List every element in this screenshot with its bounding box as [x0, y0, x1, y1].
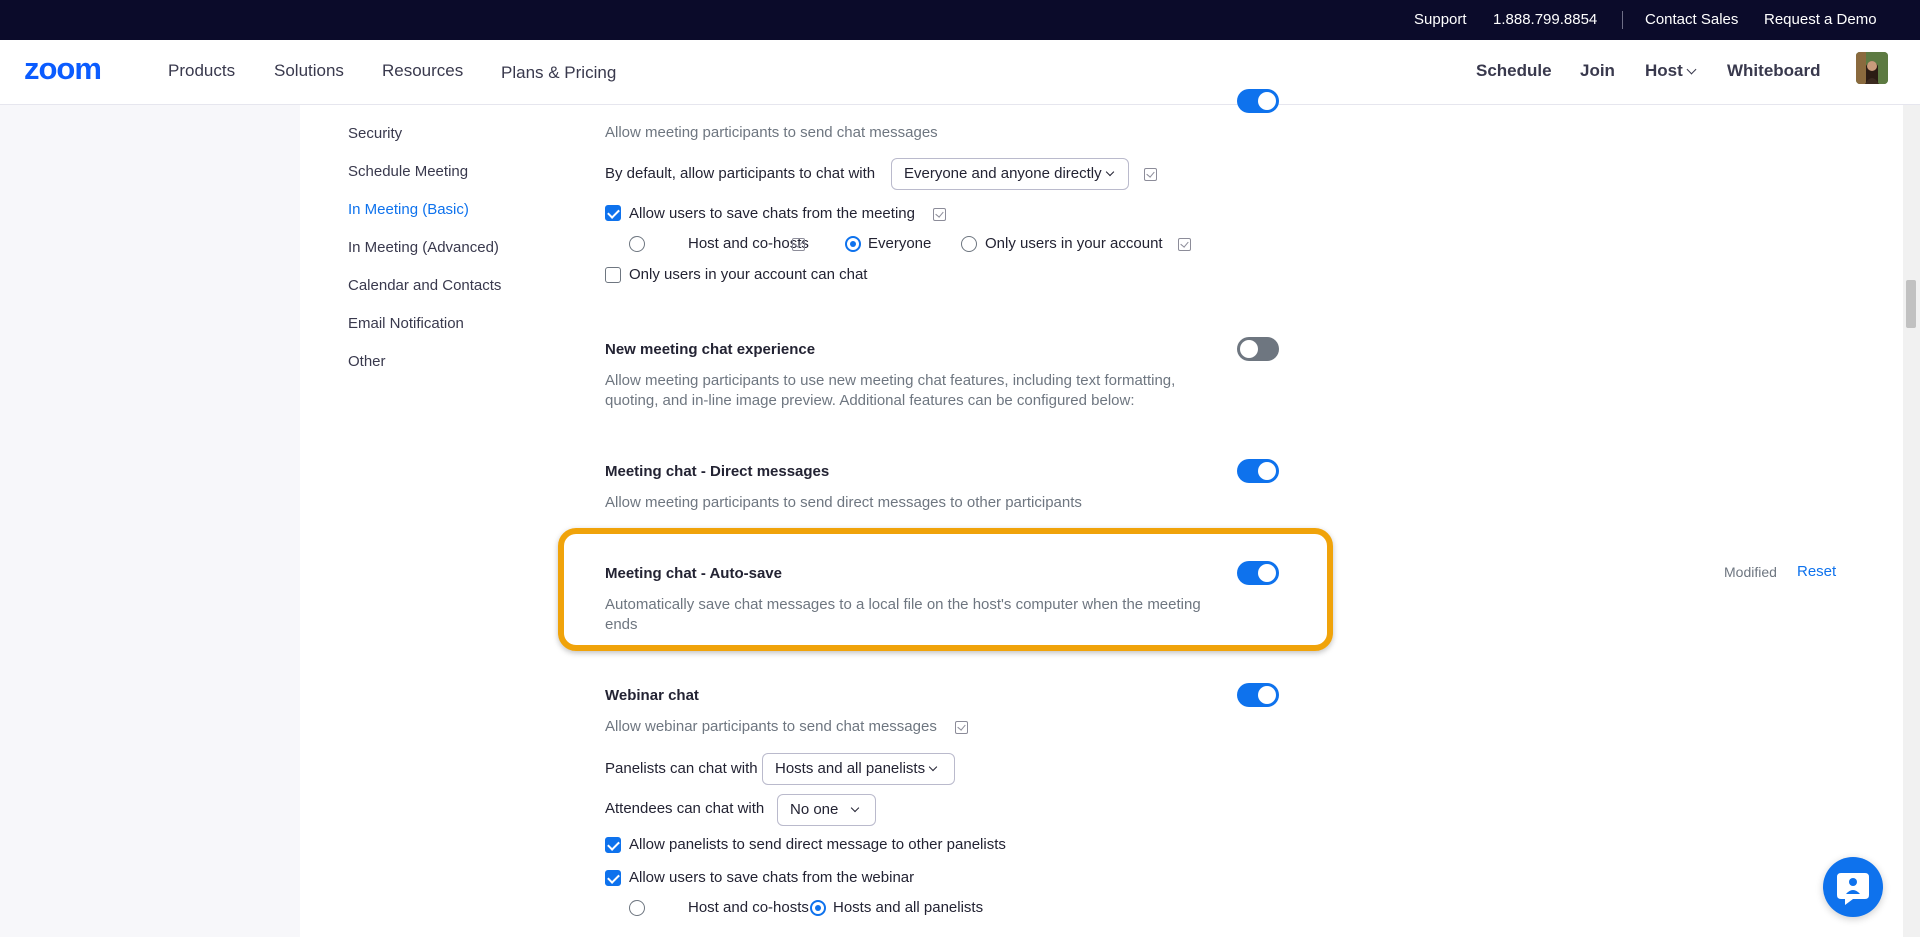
radio-everyone-label: Everyone — [868, 235, 932, 252]
zoom-logo[interactable]: zoom — [24, 54, 134, 84]
top-utility-bar: Support 1.888.799.8854 Contact Sales Req… — [0, 0, 1920, 40]
meeting-chat-description: Allow meeting participants to send chat … — [605, 124, 938, 141]
webinar-radio-hosts-panelists-label: Hosts and all panelists — [833, 899, 984, 916]
meeting-chat-toggle[interactable] — [1237, 89, 1279, 113]
sidenav-item-email-notification[interactable]: Email Notification — [348, 315, 464, 332]
panelists-chat-select[interactable]: Hosts and all panelists — [762, 753, 955, 785]
info-icon[interactable] — [933, 208, 946, 221]
webinar-chat-title: Webinar chat — [605, 687, 699, 704]
radio-host-cohosts[interactable] — [629, 236, 645, 252]
contact-sales-link[interactable]: Contact Sales — [1645, 11, 1738, 28]
radio-only-account[interactable] — [961, 236, 977, 252]
panelists-direct-message-label: Allow panelists to send direct message t… — [629, 836, 1006, 853]
new-chat-experience-toggle[interactable] — [1237, 337, 1279, 361]
nav-schedule[interactable]: Schedule — [1476, 61, 1552, 81]
direct-messages-toggle[interactable] — [1237, 459, 1279, 483]
svg-text:zoom: zoom — [24, 54, 101, 84]
panelists-chat-value: Hosts and all panelists — [775, 760, 926, 777]
nav-resources[interactable]: Resources — [382, 61, 463, 81]
sidenav-item-other[interactable]: Other — [348, 353, 386, 370]
phone-link[interactable]: 1.888.799.8854 — [1493, 11, 1597, 28]
radio-everyone[interactable] — [845, 236, 861, 252]
sidenav-item-calendar-contacts[interactable]: Calendar and Contacts — [348, 277, 501, 294]
auto-save-toggle[interactable] — [1237, 561, 1279, 585]
avatar[interactable] — [1856, 52, 1888, 84]
save-chats-checkbox[interactable] — [605, 205, 621, 221]
default-chat-select[interactable]: Everyone and anyone directly — [891, 158, 1129, 190]
auto-save-description: Automatically save chat messages to a lo… — [605, 596, 1201, 633]
direct-messages-title: Meeting chat - Direct messages — [605, 463, 830, 480]
webinar-radio-host-cohosts-label: Host and co-hosts — [688, 899, 809, 916]
reset-link[interactable]: Reset — [1797, 563, 1836, 580]
chevron-down-icon — [928, 762, 938, 772]
nav-host[interactable]: Host — [1645, 61, 1697, 81]
only-account-chat-checkbox[interactable] — [605, 267, 621, 283]
default-chat-label: By default, allow participants to chat w… — [605, 165, 876, 182]
webinar-chat-description: Allow webinar participants to send chat … — [605, 718, 937, 735]
nav-plans-pricing[interactable]: Plans & Pricing — [501, 63, 616, 83]
sidenav-item-in-meeting-advanced[interactable]: In Meeting (Advanced) — [348, 239, 499, 256]
chat-assistant-button[interactable] — [1823, 857, 1883, 917]
save-chats-label: Allow users to save chats from the meeti… — [629, 205, 915, 222]
settings-panel — [300, 105, 1903, 937]
modified-label: Modified — [1724, 564, 1777, 580]
info-icon[interactable] — [1144, 168, 1157, 181]
nav-products[interactable]: Products — [168, 61, 235, 81]
sidenav-item-security[interactable]: Security — [348, 125, 402, 142]
info-icon[interactable] — [792, 238, 805, 251]
nav-join[interactable]: Join — [1580, 61, 1615, 81]
chevron-down-icon — [1105, 167, 1114, 177]
new-chat-experience-title: New meeting chat experience — [605, 341, 816, 358]
direct-messages-description: Allow meeting participants to send direc… — [605, 494, 1082, 511]
attendees-chat-label: Attendees can chat with — [605, 800, 765, 817]
scrollbar-thumb[interactable] — [1906, 280, 1916, 328]
attendees-chat-select[interactable]: No one — [777, 794, 876, 826]
webinar-save-chats-label: Allow users to save chats from the webin… — [629, 869, 915, 886]
chat-bot-icon — [1837, 873, 1869, 905]
request-demo-link[interactable]: Request a Demo — [1764, 11, 1877, 28]
attendees-chat-value: No one — [790, 801, 839, 818]
webinar-radio-hosts-panelists[interactable] — [810, 900, 826, 916]
page-scrollbar[interactable] — [1903, 105, 1920, 937]
topbar-divider — [1622, 11, 1623, 29]
support-link[interactable]: Support — [1414, 11, 1467, 28]
user-photo-icon — [1856, 52, 1888, 84]
sidenav-item-in-meeting-basic[interactable]: In Meeting (Basic) — [348, 201, 469, 218]
chevron-down-icon — [1686, 64, 1697, 75]
main-header: zoom Products Solutions Resources Plans … — [0, 40, 1920, 105]
webinar-radio-host-cohosts[interactable] — [629, 900, 645, 916]
radio-host-cohosts-label: Host and co-hosts — [688, 235, 809, 252]
info-icon[interactable] — [955, 721, 968, 734]
panelists-chat-label: Panelists can chat with — [605, 760, 758, 777]
new-chat-experience-description: Allow meeting participants to use new me… — [605, 372, 1176, 409]
chevron-down-icon — [851, 803, 860, 813]
only-account-chat-label: Only users in your account can chat — [629, 266, 868, 283]
nav-host-label: Host — [1645, 61, 1683, 80]
radio-only-account-label: Only users in your account — [985, 235, 1163, 252]
webinar-chat-toggle[interactable] — [1237, 683, 1279, 707]
default-chat-value: Everyone and anyone directly — [904, 165, 1102, 182]
info-icon[interactable] — [1178, 238, 1191, 251]
webinar-save-chats-checkbox[interactable] — [605, 870, 621, 886]
auto-save-title: Meeting chat - Auto-save — [605, 565, 782, 582]
nav-whiteboard[interactable]: Whiteboard — [1727, 61, 1821, 81]
sidenav-item-schedule-meeting[interactable]: Schedule Meeting — [348, 163, 468, 180]
nav-solutions[interactable]: Solutions — [274, 61, 344, 81]
panelists-direct-message-checkbox[interactable] — [605, 837, 621, 853]
